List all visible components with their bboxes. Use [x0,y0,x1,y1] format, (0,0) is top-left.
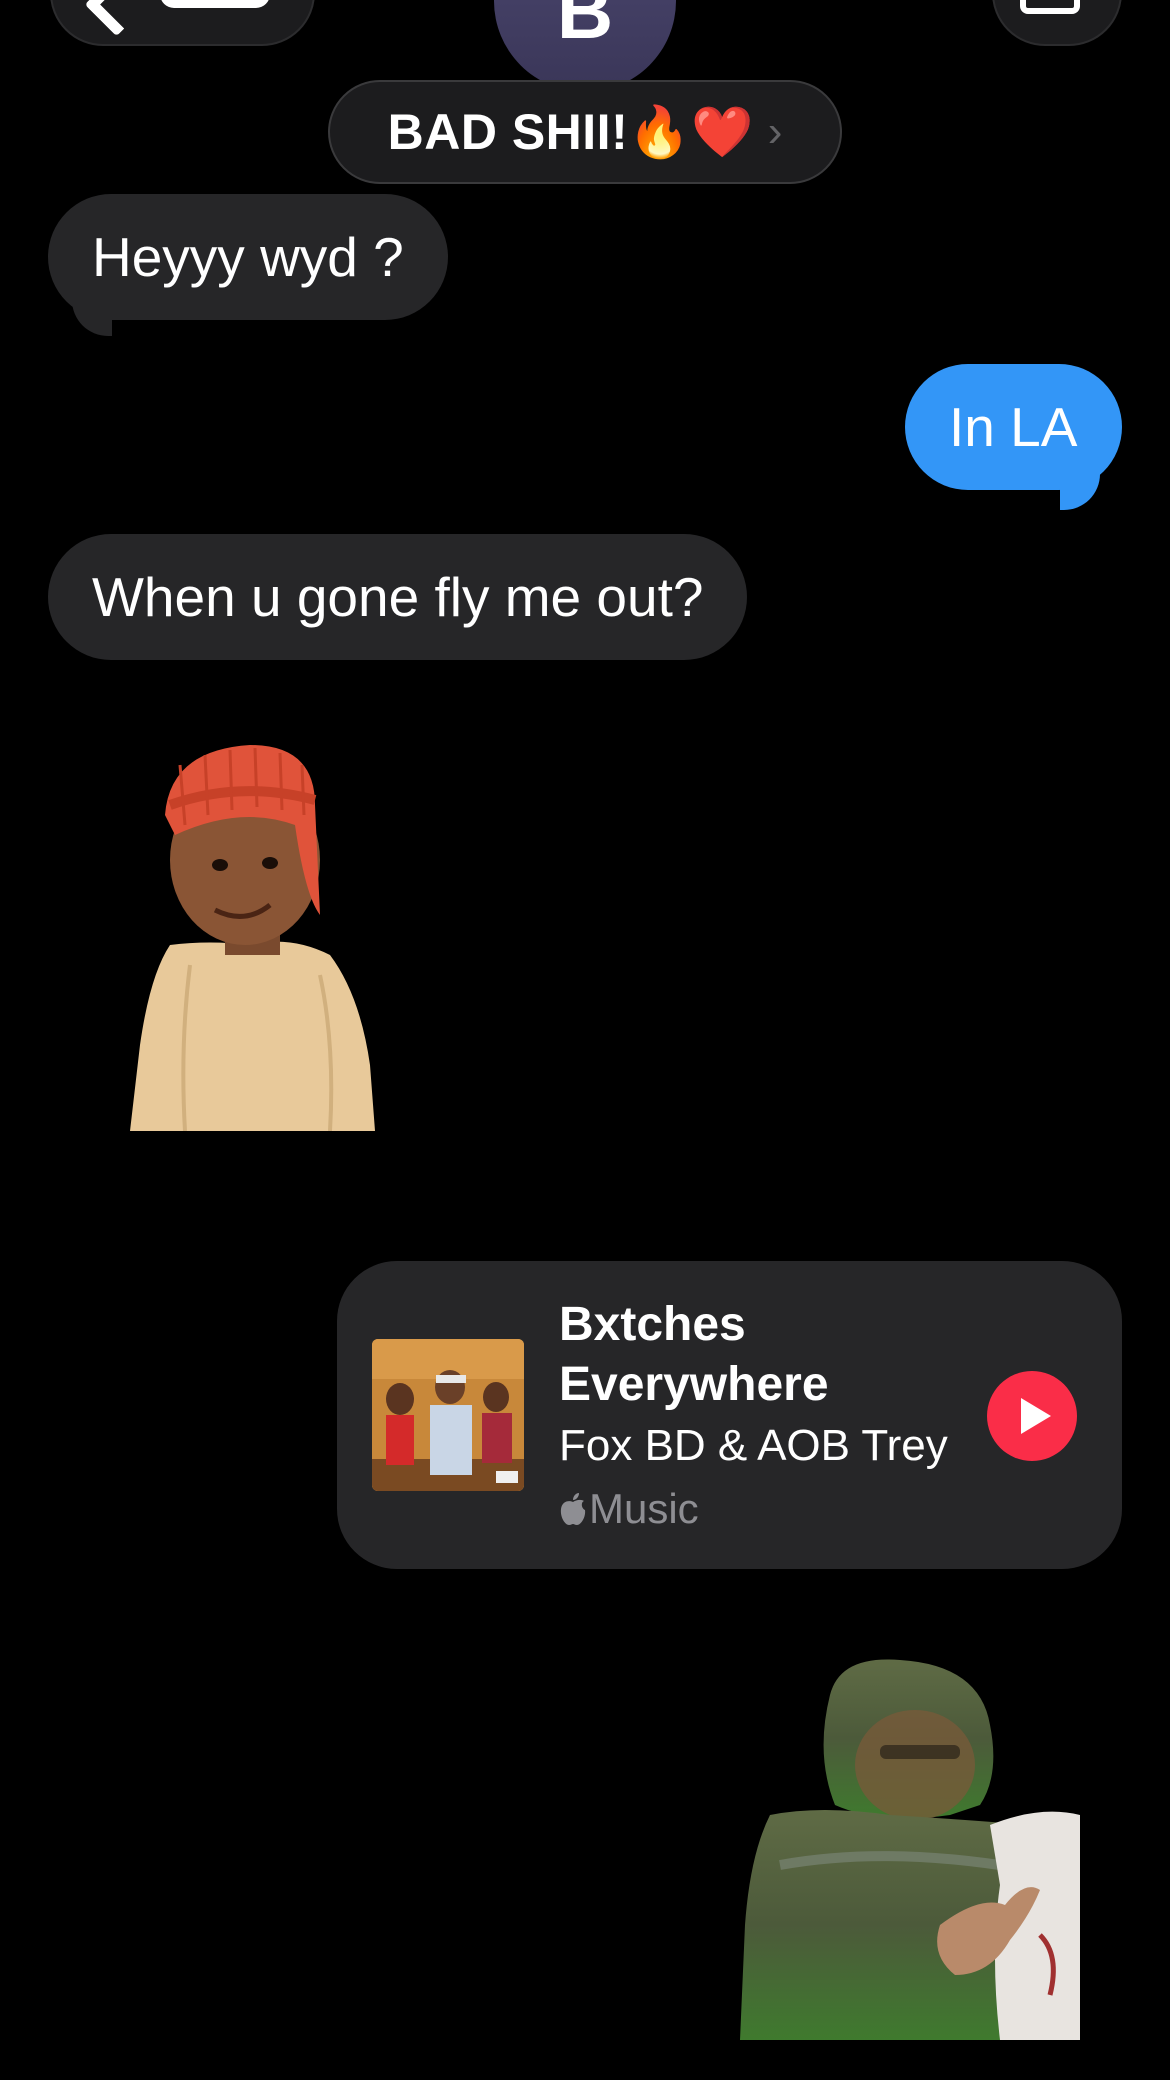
video-camera-icon [1020,0,1080,14]
album-art [372,1339,524,1491]
apple-logo-icon [560,1493,586,1525]
service-name: Music [589,1485,699,1532]
bubble-tail [1060,474,1100,510]
play-button[interactable] [987,1371,1077,1461]
track-artist: Fox BD & AOB Trey [559,1421,948,1470]
facetime-button[interactable] [992,0,1122,46]
message-bubble-outgoing[interactable]: In LA [905,364,1122,490]
track-title: Bxtches Everywhere [559,1298,829,1411]
contact-avatar[interactable]: B [494,0,676,92]
message-text: Heyyy wyd ? [92,225,404,288]
sticker-person-cutout[interactable] [740,1655,1080,2040]
apple-music-card[interactable]: Bxtches Everywhere Fox BD & AOB Trey Mus… [337,1261,1122,1569]
service-label: Music [559,1485,699,1533]
bubble-tail [72,300,112,336]
contact-name: BAD SHII!🔥❤️ [387,103,754,160]
message-text: In LA [949,395,1078,458]
back-button[interactable] [50,0,315,46]
message-bubble-incoming[interactable]: When u gone fly me out? [48,534,748,660]
contact-name-button[interactable]: BAD SHII!🔥❤️ › [328,80,842,184]
sticker-kid-beanie[interactable] [130,745,375,1131]
message-text: When u gone fly me out? [92,565,704,628]
unread-count-badge [160,0,270,8]
play-icon [1021,1398,1051,1434]
back-chevron-icon [84,0,149,37]
avatar-initial: B [556,0,614,55]
chevron-right-icon: › [767,107,783,156]
